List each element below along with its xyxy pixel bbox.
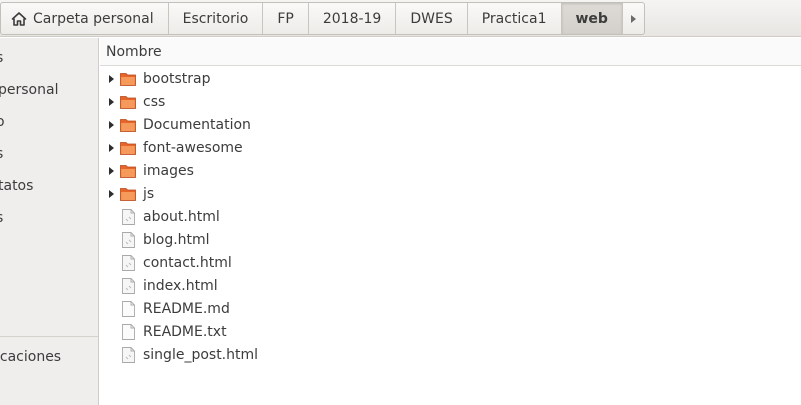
file-name: font-awesome	[143, 139, 243, 156]
breadcrumb-label: Escritorio	[182, 10, 249, 27]
file-name: single_post.html	[143, 346, 259, 363]
column-header-name[interactable]: Nombre	[100, 38, 801, 66]
html-file-icon	[120, 254, 136, 271]
folder-icon	[120, 117, 136, 133]
file-name: blog.html	[143, 231, 210, 248]
html-file-icon	[120, 231, 136, 248]
sidebar-item[interactable]: o	[0, 114, 5, 130]
file-row[interactable]: index.html	[100, 274, 801, 297]
file-list: Nombre bootstrap css Documentation font-awe…	[100, 38, 801, 405]
breadcrumb-label: web	[575, 10, 608, 27]
folder-icon	[120, 163, 136, 179]
sidebar-item[interactable]: tatos	[0, 178, 33, 194]
text-file-icon	[120, 323, 136, 340]
breadcrumb-web[interactable]: web	[561, 3, 623, 34]
breadcrumb-practica1[interactable]: Practica1	[468, 3, 562, 34]
file-name: README.txt	[143, 323, 227, 340]
folder-row[interactable]: images	[100, 159, 801, 182]
file-name: js	[143, 185, 155, 202]
folder-row[interactable]: font-awesome	[100, 136, 801, 159]
folder-icon	[120, 140, 136, 156]
sidebar-divider	[0, 336, 98, 337]
expander-triangle-icon[interactable]	[104, 189, 118, 199]
file-name: bootstrap	[143, 70, 211, 87]
folder-row[interactable]: css	[100, 90, 801, 113]
breadcrumb-overflow-button[interactable]	[623, 3, 644, 34]
sidebar-item[interactable]: personal	[0, 82, 58, 98]
folder-row[interactable]: bootstrap	[100, 67, 801, 90]
breadcrumb-dwes[interactable]: DWES	[396, 3, 468, 34]
file-name: images	[143, 162, 194, 179]
sidebar-item[interactable]: icaciones	[0, 349, 61, 365]
text-file-icon	[120, 300, 136, 317]
file-row[interactable]: contact.html	[100, 251, 801, 274]
expander-triangle-icon[interactable]	[104, 166, 118, 176]
sidebar-item[interactable]: s	[0, 50, 3, 66]
file-name: Documentation	[143, 116, 251, 133]
file-name: index.html	[143, 277, 218, 294]
folder-icon	[120, 71, 136, 87]
breadcrumb-label: Carpeta personal	[33, 10, 154, 27]
folder-icon	[120, 186, 136, 202]
file-row[interactable]: blog.html	[100, 228, 801, 251]
breadcrumb-fp[interactable]: FP	[263, 3, 309, 34]
breadcrumb-label: Practica1	[481, 10, 547, 27]
breadcrumb-label: FP	[277, 10, 294, 27]
html-file-icon	[120, 277, 136, 294]
sidebar-item[interactable]: s	[0, 210, 3, 226]
breadcrumb-home[interactable]: Carpeta personal	[1, 3, 169, 34]
breadcrumb-escritorio[interactable]: Escritorio	[169, 3, 264, 34]
file-name: README.md	[143, 300, 230, 317]
folder-row[interactable]: js	[100, 182, 801, 205]
html-file-icon	[120, 208, 136, 225]
breadcrumb-2018-19[interactable]: 2018-19	[309, 3, 397, 34]
file-row[interactable]: README.txt	[100, 320, 801, 343]
file-name: about.html	[143, 208, 220, 225]
expander-triangle-icon[interactable]	[104, 120, 118, 130]
path-bar: Carpeta personal Escritorio FP 2018-19 D…	[0, 0, 801, 37]
file-name: css	[143, 93, 166, 110]
home-icon	[11, 11, 27, 26]
sidebar-item[interactable]: s	[0, 146, 3, 162]
breadcrumb-label: DWES	[410, 10, 453, 27]
file-name: contact.html	[143, 254, 232, 271]
file-row[interactable]: about.html	[100, 205, 801, 228]
file-row[interactable]: README.md	[100, 297, 801, 320]
folder-row[interactable]: Documentation	[100, 113, 801, 136]
expander-triangle-icon[interactable]	[104, 97, 118, 107]
html-file-icon	[120, 346, 136, 363]
breadcrumb-label: 2018-19	[322, 10, 382, 27]
expander-triangle-icon[interactable]	[104, 143, 118, 153]
expander-triangle-icon[interactable]	[104, 74, 118, 84]
breadcrumb: Carpeta personal Escritorio FP 2018-19 D…	[0, 2, 645, 35]
triangle-right-icon	[630, 14, 636, 23]
folder-icon	[120, 94, 136, 110]
file-row[interactable]: single_post.html	[100, 343, 801, 366]
sidebar: s personal o s tatos s icaciones	[0, 38, 99, 405]
column-header-label: Nombre	[106, 44, 162, 60]
